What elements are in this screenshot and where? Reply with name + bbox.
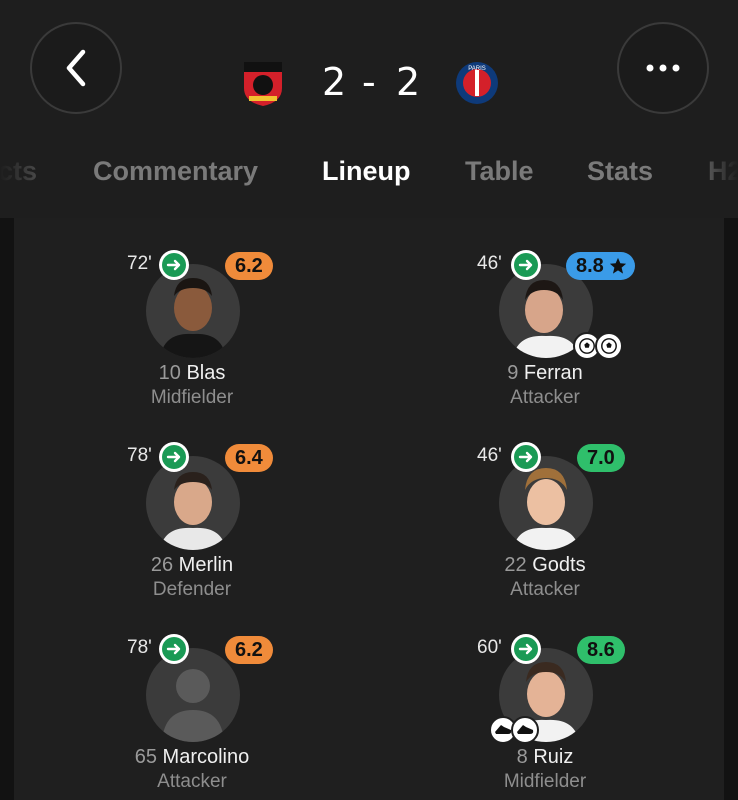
sub-in-icon <box>159 250 189 280</box>
player-number: 22 <box>504 554 527 576</box>
stade-rennais-crest <box>244 62 282 106</box>
player-number: 26 <box>150 554 174 576</box>
player-name-line: 22 Godts <box>455 554 635 577</box>
tab-stats[interactable]: Stats <box>587 156 653 187</box>
player-name-line: 8 Ruiz <box>455 746 635 769</box>
away-score: 2 <box>396 60 421 104</box>
player-name: Ruiz <box>533 746 574 768</box>
tab-lineup[interactable]: Lineup <box>322 156 411 187</box>
player-name: Ferran <box>523 362 583 384</box>
score-separator: - <box>362 60 376 104</box>
player-rating: 7.0 <box>577 444 625 472</box>
tab-bar: cts Commentary Lineup Table Stats H2 <box>0 148 738 198</box>
player-name: Blas <box>186 362 226 384</box>
player-name: Marcolino <box>162 746 250 768</box>
player-rating: 6.4 <box>225 444 273 472</box>
back-button[interactable] <box>30 22 122 114</box>
goal-badges <box>573 332 623 360</box>
psg-crest-text: PARIS <box>468 66 486 72</box>
player-avatar <box>499 456 593 550</box>
scoreboard: 2 - 2 PARIS <box>240 58 500 110</box>
player-name-line: 26 Merlin <box>102 554 282 577</box>
tab-fade-left <box>0 148 80 198</box>
sub-in-icon <box>511 442 541 472</box>
player-avatar <box>146 456 240 550</box>
player-position: Midfielder <box>503 771 587 792</box>
player-name-line: 65 Marcolino <box>102 746 282 769</box>
player-avatar <box>146 264 240 358</box>
player-rating: 8.8 <box>566 252 635 280</box>
player-number: 65 <box>134 746 157 768</box>
sub-in-icon <box>159 634 189 664</box>
sub-in-icon <box>511 634 541 664</box>
football-icon <box>595 332 623 360</box>
player-name: Godts <box>532 554 586 576</box>
paris-saint-germain-crest: PARIS <box>456 62 498 104</box>
player-number: 9 <box>507 362 519 384</box>
player-position: Midfielder <box>150 387 234 408</box>
tab-table[interactable]: Table <box>465 156 534 187</box>
player-rating: 8.6 <box>577 636 625 664</box>
match-header: 2 - 2 PARIS cts Commentary Lineup Table … <box>0 0 738 218</box>
more-dots-icon <box>646 64 680 72</box>
sub-minute: 78' <box>127 445 152 466</box>
player-position: Attacker <box>157 771 227 792</box>
tab-fade-right <box>688 148 738 198</box>
sub-minute: 46' <box>477 253 502 274</box>
player-photo-icon <box>160 472 226 550</box>
player-card[interactable]: 60' 8.6 8 Ruiz Midfielder <box>455 620 635 792</box>
player-photo-icon <box>160 278 226 358</box>
player-rating-value: 8.8 <box>576 254 604 277</box>
player-position: Attacker <box>510 387 580 408</box>
chevron-left-icon <box>66 49 86 87</box>
player-number: 10 <box>158 362 181 384</box>
player-number: 8 <box>516 746 528 768</box>
person-placeholder-icon <box>162 669 224 742</box>
player-rating: 6.2 <box>225 252 273 280</box>
home-score: 2 <box>322 60 347 104</box>
player-name-line: 9 Ferran <box>455 362 635 385</box>
player-card[interactable]: 46' 8.8 9 Ferran Attacker <box>455 236 635 408</box>
star-icon <box>609 257 626 274</box>
sub-minute: 78' <box>127 637 152 658</box>
player-card[interactable]: 46' 7.0 22 Godts Attacker <box>455 428 635 600</box>
tab-commentary[interactable]: Commentary <box>93 156 258 187</box>
player-name-line: 10 Blas <box>102 362 282 385</box>
sub-in-icon <box>511 250 541 280</box>
player-card[interactable]: 78' 6.2 65 Marcolino Attacker <box>102 620 282 792</box>
sub-minute: 46' <box>477 445 502 466</box>
player-card[interactable]: 72' 6.2 10 Blas Midfielder <box>102 236 282 408</box>
player-photo-icon <box>513 468 579 550</box>
player-card[interactable]: 78' 6.4 26 Merlin Defender <box>102 428 282 600</box>
sub-minute: 60' <box>477 637 502 658</box>
sub-minute: 72' <box>127 253 152 274</box>
boot-icon <box>511 716 539 744</box>
assist-badges <box>489 716 539 744</box>
player-name: Merlin <box>178 554 234 576</box>
lineup-substitutes-panel: 72' 6.2 10 Blas Midfielder 78' 6.4 26 Me… <box>14 218 724 800</box>
more-button[interactable] <box>617 22 709 114</box>
player-rating: 6.2 <box>225 636 273 664</box>
sub-in-icon <box>159 442 189 472</box>
player-position: Attacker <box>510 579 580 600</box>
player-position: Defender <box>152 579 232 600</box>
player-avatar <box>146 648 240 742</box>
